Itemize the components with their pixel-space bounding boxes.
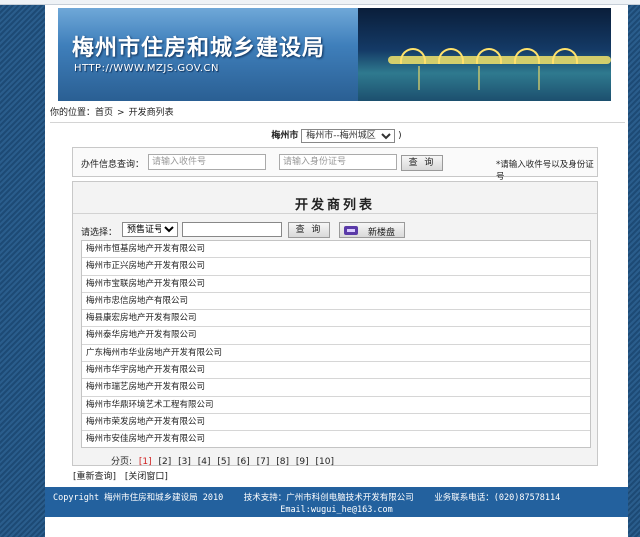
new-badge-icon xyxy=(344,226,358,235)
breadcrumb-current: 开发商列表 xyxy=(128,108,174,118)
light-reflection xyxy=(538,66,540,90)
case-query-box: 办件信息查询： 、 查 询 *请输入收件号以及身份证号 xyxy=(72,147,598,182)
page-link[interactable]: [3] xyxy=(178,457,191,467)
divider xyxy=(73,213,597,214)
site-title: 梅州市住房和城乡建设局 xyxy=(72,36,326,61)
list-item[interactable]: 梅县康宏房地产开发有限公司 xyxy=(82,310,590,328)
query-hint: *请输入收件号以及身份证号 xyxy=(496,160,594,182)
requery-link[interactable]: [重新查询] xyxy=(73,472,116,482)
district-select[interactable]: 梅州市--梅州城区 xyxy=(301,128,396,143)
list-item[interactable]: 广东梅州市华业房地产开发有限公司 xyxy=(82,345,590,363)
filter-keyword-input[interactable] xyxy=(182,222,282,237)
case-query-label: 办件信息查询： xyxy=(81,160,145,170)
panel-title: 开发商列表 xyxy=(294,198,375,213)
list-item[interactable]: 梅州市华鼎环境艺术工程有限公司 xyxy=(82,397,590,414)
city-selector: 梅州市 梅州市--梅州城区 ) xyxy=(45,128,628,144)
footer-copyright: Copyright 梅州市住房和城乡建设局 2010 xyxy=(53,493,224,503)
list-item[interactable]: 梅州市华宇房地产开发有限公司 xyxy=(82,362,590,380)
list-item[interactable]: 梅州泰华房地产开发有限公司 xyxy=(82,327,590,345)
site-url: HTTP://WWW.MZJS.GOV.CN xyxy=(74,63,219,74)
developer-list-panel: 开发商列表 请选择： 预售证号 查 询 新楼盘 梅州市恒基房地产开发有限公司 梅… xyxy=(72,181,598,467)
page-link[interactable]: [7] xyxy=(257,457,270,467)
breadcrumb-separator: > xyxy=(117,108,125,118)
pagination-label: 分页: xyxy=(111,457,133,467)
filter-search-button[interactable]: 查 询 xyxy=(288,222,330,238)
page-link-current[interactable]: [1] xyxy=(139,457,152,467)
case-query-button[interactable]: 查 询 xyxy=(401,155,443,171)
city-suffix: ) xyxy=(398,131,402,141)
filter-bar: 请选择： 预售证号 查 询 新楼盘 xyxy=(81,222,591,240)
new-project-button[interactable]: 新楼盘 xyxy=(339,222,405,238)
list-item[interactable]: 梅州市忠信房地产有限公司 xyxy=(82,293,590,311)
page-link[interactable]: [8] xyxy=(276,457,289,467)
filter-label: 请选择： xyxy=(81,228,118,238)
page-link[interactable]: [9] xyxy=(296,457,309,467)
page-link[interactable]: [6] xyxy=(237,457,250,467)
receipt-number-input[interactable] xyxy=(148,154,266,170)
filter-type-select[interactable]: 预售证号 xyxy=(122,222,178,237)
breadcrumb: 你的位置：首页 > 开发商列表 xyxy=(50,103,625,123)
list-item[interactable]: 梅州市宝联房地产开发有限公司 xyxy=(82,276,590,293)
action-links: [重新查询] [关闭窗口] xyxy=(73,469,174,482)
list-item[interactable]: 梅州市瑞艺房地产开发有限公司 xyxy=(82,379,590,397)
light-reflection xyxy=(478,66,480,90)
list-item[interactable]: 梅州市安佳房地产开发有限公司 xyxy=(82,431,590,448)
site-footer: Copyright 梅州市住房和城乡建设局 2010 技术支持：广州市科创电脑技… xyxy=(45,487,628,517)
breadcrumb-home-link[interactable]: 首页 xyxy=(95,108,113,118)
id-number-input[interactable] xyxy=(279,154,397,170)
list-item[interactable]: 梅州市正兴房地产开发有限公司 xyxy=(82,258,590,276)
footer-support: 技术支持：广州市科创电脑技术开发有限公司 xyxy=(243,493,414,503)
site-banner: 梅州市住房和城乡建设局 HTTP://WWW.MZJS.GOV.CN xyxy=(58,8,611,101)
page-link[interactable]: [4] xyxy=(198,457,211,467)
city-label: 梅州市 xyxy=(271,131,299,141)
page-link[interactable]: [10] xyxy=(316,457,334,467)
footer-phone: 业务联系电话：(020)87578114 xyxy=(434,493,561,503)
pagination: 分页: [1] [2] [3] [4] [5] [6] [7] [8] [9] … xyxy=(111,454,338,467)
light-reflection xyxy=(418,66,420,90)
close-window-link[interactable]: [关闭窗口] xyxy=(125,472,168,482)
list-item[interactable]: 梅州市恒基房地产开发有限公司 xyxy=(82,241,590,259)
page-container: 梅州市住房和城乡建设局 HTTP://WWW.MZJS.GOV.CN 你的位置：… xyxy=(45,5,628,537)
new-project-label: 新楼盘 xyxy=(368,228,396,238)
footer-info-line: Copyright 梅州市住房和城乡建设局 2010 技术支持：广州市科创电脑技… xyxy=(53,491,560,503)
page-link[interactable]: [5] xyxy=(217,457,230,467)
page-link[interactable]: [2] xyxy=(159,457,172,467)
footer-email: Email:wugui_he@163.com xyxy=(280,505,393,515)
breadcrumb-prefix: 你的位置： xyxy=(50,108,96,118)
list-item[interactable]: 梅州市荣发房地产开发有限公司 xyxy=(82,414,590,432)
developer-table: 梅州市恒基房地产开发有限公司 梅州市正兴房地产开发有限公司 梅州市宝联房地产开发… xyxy=(81,240,591,448)
